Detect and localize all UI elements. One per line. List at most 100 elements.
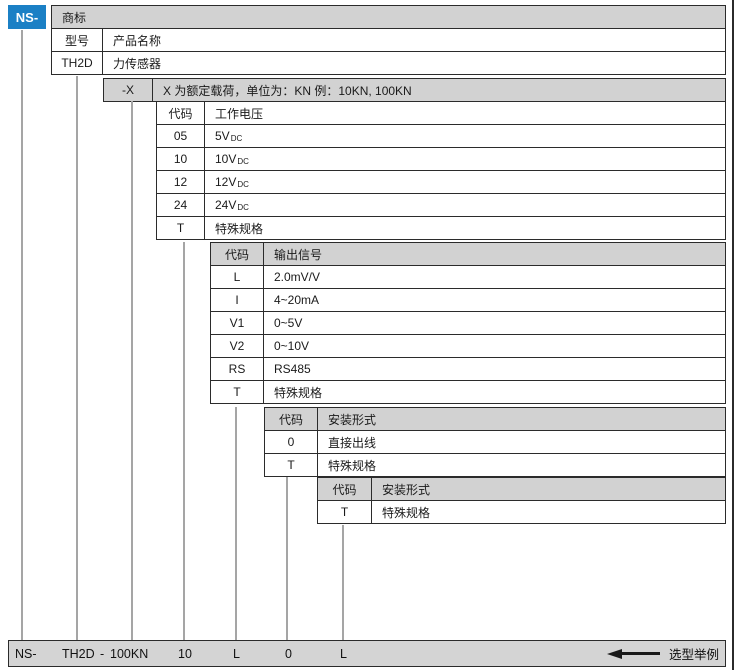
signal-desc: 2.0mV/V	[264, 266, 725, 288]
mount-table-2: 代码 安装形式 T 特殊规格	[317, 477, 726, 524]
brand-label: 商标	[52, 6, 86, 28]
left-arrow-icon	[607, 649, 622, 659]
voltage-desc-sub: DC	[237, 203, 249, 212]
example-item-prefix: NS-	[15, 647, 37, 661]
left-arrow-tail	[622, 652, 660, 655]
example-item-mount2: L	[340, 647, 347, 661]
model-desc: 力传感器	[103, 52, 725, 74]
model-header-desc: 产品名称	[103, 29, 725, 51]
signal-row: RS RS485	[211, 358, 725, 381]
voltage-desc-sub: DC	[231, 134, 243, 143]
example-arrow: 选型举例	[607, 641, 719, 666]
mount1-desc: 特殊规格	[318, 454, 725, 476]
voltage-code: 05	[157, 125, 205, 147]
mount1-code: 0	[265, 431, 318, 453]
model-header-row: 型号 产品名称	[52, 29, 725, 52]
example-arrow-label: 选型举例	[669, 644, 719, 663]
voltage-code: T	[157, 217, 205, 239]
signal-header-code: 代码	[211, 243, 264, 265]
voltage-header-desc: 工作电压	[205, 102, 725, 124]
mount1-header-row: 代码 安装形式	[265, 408, 725, 431]
brand-row: 商标	[52, 6, 725, 29]
signal-row: I 4~20mA	[211, 289, 725, 312]
example-item-mount1: 0	[285, 647, 292, 661]
connector-line	[21, 30, 23, 640]
page-frame-right	[732, 0, 734, 670]
mount2-header-code: 代码	[318, 478, 372, 500]
rated-load-code: -X	[104, 79, 153, 101]
prefix-label: NS-	[16, 10, 38, 25]
signal-row: T 特殊规格	[211, 381, 725, 403]
connector-line	[76, 76, 78, 640]
model-header-code: 型号	[52, 29, 103, 51]
model-value-row: TH2D 力传感器	[52, 52, 725, 74]
voltage-desc-main: 12V	[215, 175, 236, 189]
voltage-row: T 特殊规格	[157, 217, 725, 239]
mount-table-1: 代码 安装形式 0 直接出线 T 特殊规格	[264, 407, 726, 477]
connector-line	[131, 101, 133, 640]
signal-desc: 4~20mA	[264, 289, 725, 311]
voltage-desc: 特殊规格	[205, 217, 725, 239]
rated-load-table: -X X 为额定载荷，单位为：KN 例：10KN, 100KN	[103, 78, 726, 102]
brand-model-table: 商标 型号 产品名称 TH2D 力传感器	[51, 5, 726, 75]
signal-row: L 2.0mV/V	[211, 266, 725, 289]
mount2-desc: 特殊规格	[372, 501, 725, 523]
prefix-box: NS-	[8, 5, 46, 29]
signal-code: I	[211, 289, 264, 311]
voltage-code: 12	[157, 171, 205, 193]
signal-desc: RS485	[264, 358, 725, 380]
voltage-desc: 10VDC	[205, 148, 725, 170]
model-code: TH2D	[52, 52, 103, 74]
mount2-row: T 特殊规格	[318, 501, 725, 523]
connector-line	[342, 525, 344, 640]
rated-load-row: -X X 为额定载荷，单位为：KN 例：10KN, 100KN	[104, 79, 725, 101]
voltage-header-row: 代码 工作电压	[157, 102, 725, 125]
voltage-header-code: 代码	[157, 102, 205, 124]
mount2-code: T	[318, 501, 372, 523]
mount1-row: T 特殊规格	[265, 454, 725, 476]
voltage-row: 24 24VDC	[157, 194, 725, 217]
signal-header-row: 代码 输出信号	[211, 243, 725, 266]
voltage-code: 24	[157, 194, 205, 216]
signal-code: T	[211, 381, 264, 403]
signal-row: V2 0~10V	[211, 335, 725, 358]
voltage-row: 05 5VDC	[157, 125, 725, 148]
voltage-desc-main: 24V	[215, 198, 236, 212]
signal-row: V1 0~5V	[211, 312, 725, 335]
voltage-desc-main: 5V	[215, 129, 230, 143]
connector-line	[183, 242, 185, 640]
connector-line	[286, 477, 288, 640]
voltage-desc-sub: DC	[237, 157, 249, 166]
mount1-header-code: 代码	[265, 408, 318, 430]
signal-desc: 特殊规格	[264, 381, 725, 403]
signal-table: 代码 输出信号 L 2.0mV/V I 4~20mA V1 0~5V V2 0~…	[210, 242, 726, 404]
voltage-code: 10	[157, 148, 205, 170]
voltage-desc: 12VDC	[205, 171, 725, 193]
mount1-row: 0 直接出线	[265, 431, 725, 454]
signal-header-desc: 输出信号	[264, 243, 725, 265]
rated-load-desc: X 为额定载荷，单位为：KN 例：10KN, 100KN	[153, 79, 725, 101]
example-item-load: 100KN	[110, 647, 148, 661]
connector-line	[235, 407, 237, 640]
ordering-code-diagram: NS- 商标 型号 产品名称 TH2D 力传感器 -X X 为额定载荷，单位为：…	[0, 0, 735, 670]
mount1-code: T	[265, 454, 318, 476]
voltage-desc: 5VDC	[205, 125, 725, 147]
signal-desc: 0~5V	[264, 312, 725, 334]
signal-desc: 0~10V	[264, 335, 725, 357]
mount2-header-row: 代码 安装形式	[318, 478, 725, 501]
example-item-model: TH2D	[62, 647, 95, 661]
voltage-desc-sub: DC	[237, 180, 249, 189]
signal-code: V1	[211, 312, 264, 334]
mount1-header-desc: 安装形式	[318, 408, 725, 430]
signal-code: RS	[211, 358, 264, 380]
voltage-row: 10 10VDC	[157, 148, 725, 171]
voltage-desc: 24VDC	[205, 194, 725, 216]
signal-code: V2	[211, 335, 264, 357]
signal-code: L	[211, 266, 264, 288]
example-bar: NS- TH2D - 100KN 10 L 0 L 选型举例	[8, 640, 726, 667]
voltage-desc-main: 特殊规格	[215, 220, 263, 237]
example-item-signal: L	[233, 647, 240, 661]
voltage-desc-main: 10V	[215, 152, 236, 166]
voltage-row: 12 12VDC	[157, 171, 725, 194]
example-item-voltage: 10	[178, 647, 192, 661]
